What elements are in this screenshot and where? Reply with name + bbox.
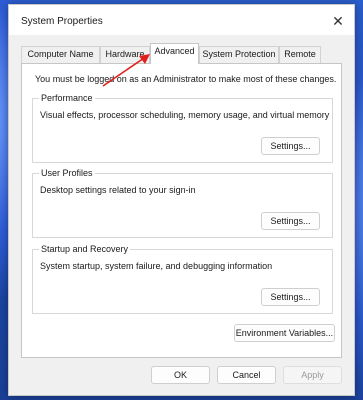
tab-system-protection[interactable]: System Protection [199, 46, 279, 63]
startup-recovery-label: Startup and Recovery [39, 244, 131, 254]
admin-notice: You must be logged on as an Administrato… [35, 74, 337, 84]
close-icon[interactable]: ✕ [328, 11, 348, 31]
performance-description: Visual effects, processor scheduling, me… [40, 110, 330, 120]
title-bar: System Properties ✕ [9, 5, 354, 35]
user-profiles-settings-button[interactable]: Settings... [261, 212, 320, 230]
tab-strip: Computer Name Hardware Advanced System P… [21, 43, 341, 64]
performance-settings-button[interactable]: Settings... [261, 137, 320, 155]
environment-variables-button[interactable]: Environment Variables... [234, 324, 335, 342]
advanced-tab-panel: You must be logged on as an Administrato… [21, 63, 342, 358]
cancel-button[interactable]: Cancel [217, 366, 276, 384]
user-profiles-label: User Profiles [39, 168, 95, 178]
startup-recovery-group: Startup and Recovery System startup, sys… [32, 244, 333, 314]
user-profiles-group: User Profiles Desktop settings related t… [32, 168, 333, 238]
ok-button[interactable]: OK [151, 366, 210, 384]
startup-recovery-settings-button[interactable]: Settings... [261, 288, 320, 306]
tab-hardware[interactable]: Hardware [100, 46, 150, 63]
tab-computer-name[interactable]: Computer Name [21, 46, 100, 63]
tab-advanced[interactable]: Advanced [150, 43, 199, 64]
user-profiles-description: Desktop settings related to your sign-in [40, 185, 196, 195]
performance-group: Performance Visual effects, processor sc… [32, 93, 333, 163]
performance-label: Performance [39, 93, 95, 103]
apply-button[interactable]: Apply [283, 366, 342, 384]
window-title: System Properties [21, 16, 103, 27]
system-properties-dialog: System Properties ✕ Computer Name Hardwa… [8, 4, 355, 396]
startup-recovery-description: System startup, system failure, and debu… [40, 261, 273, 271]
tab-remote[interactable]: Remote [279, 46, 321, 63]
